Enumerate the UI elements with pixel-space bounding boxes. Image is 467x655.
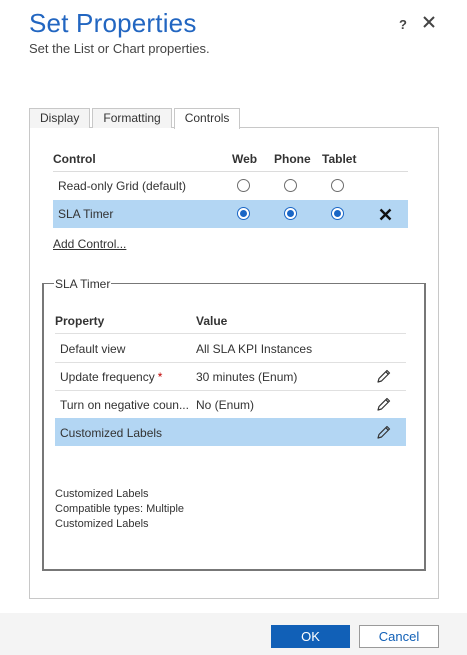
controls-table-header: Control Web Phone Tablet <box>53 150 408 170</box>
tab-strip: Display Formatting Controls <box>29 108 242 129</box>
close-icon <box>423 16 435 28</box>
property-value: No (Enum) <box>196 398 255 412</box>
column-header-tablet: Tablet <box>322 152 357 166</box>
column-header-value: Value <box>196 314 228 328</box>
property-row-update-frequency[interactable]: Update frequency * 30 minutes (Enum) <box>55 362 406 390</box>
column-header-phone: Phone <box>274 152 311 166</box>
remove-control-button[interactable] <box>379 208 392 221</box>
add-control-link[interactable]: Add Control... <box>53 237 126 251</box>
control-name: Read-only Grid (default) <box>58 179 187 193</box>
property-name: Default view <box>60 342 126 356</box>
group-legend: SLA Timer <box>54 277 112 291</box>
property-row-default-view[interactable]: Default view All SLA KPI Instances <box>55 334 406 362</box>
tab-controls[interactable]: Controls <box>173 108 241 129</box>
property-name-text: Update frequency <box>60 370 155 384</box>
property-value: All SLA KPI Instances <box>196 342 313 356</box>
help-button[interactable]: ? <box>399 17 407 32</box>
ok-button[interactable]: OK <box>271 625 350 648</box>
pencil-icon <box>377 397 391 411</box>
description-text: Customized Labels <box>55 518 149 530</box>
web-radio[interactable] <box>237 179 250 192</box>
edit-button[interactable] <box>376 424 392 440</box>
phone-radio[interactable] <box>284 207 297 220</box>
pencil-icon <box>377 425 391 439</box>
property-name: Turn on negative coun... <box>60 398 189 412</box>
edit-button[interactable] <box>376 368 392 384</box>
property-name: Update frequency * <box>60 370 162 384</box>
column-header-control: Control <box>53 152 96 166</box>
cancel-button[interactable]: Cancel <box>359 625 439 648</box>
properties-table-header: Property Value <box>55 313 406 333</box>
edit-button[interactable] <box>376 396 392 412</box>
column-header-property: Property <box>55 314 105 328</box>
close-button[interactable] <box>423 16 437 30</box>
tablet-radio[interactable] <box>331 207 344 220</box>
required-marker: * <box>157 370 163 384</box>
tab-formatting[interactable]: Formatting <box>92 108 172 128</box>
tablet-radio[interactable] <box>331 179 344 192</box>
column-header-web: Web <box>232 152 258 166</box>
property-row-customized-labels[interactable]: Customized Labels <box>55 418 406 446</box>
tab-display[interactable]: Display <box>29 108 91 128</box>
dialog-subtitle: Set the List or Chart properties. <box>29 41 210 56</box>
description-title: Customized Labels <box>55 488 149 500</box>
dialog-title: Set Properties <box>29 8 197 38</box>
web-radio[interactable] <box>237 207 250 220</box>
property-value: 30 minutes (Enum) <box>196 370 298 384</box>
pencil-icon <box>377 369 391 383</box>
control-row-readonly-grid[interactable]: Read-only Grid (default) <box>53 172 408 200</box>
control-name: SLA Timer <box>58 207 114 221</box>
remove-icon <box>379 208 392 221</box>
property-row-negative-countdown[interactable]: Turn on negative coun... No (Enum) <box>55 390 406 418</box>
description-types: Compatible types: Multiple <box>55 503 185 515</box>
phone-radio[interactable] <box>284 179 297 192</box>
property-name: Customized Labels <box>60 426 163 440</box>
property-description: Customized Labels Compatible types: Mult… <box>55 487 184 532</box>
control-row-sla-timer[interactable]: SLA Timer <box>53 200 408 228</box>
